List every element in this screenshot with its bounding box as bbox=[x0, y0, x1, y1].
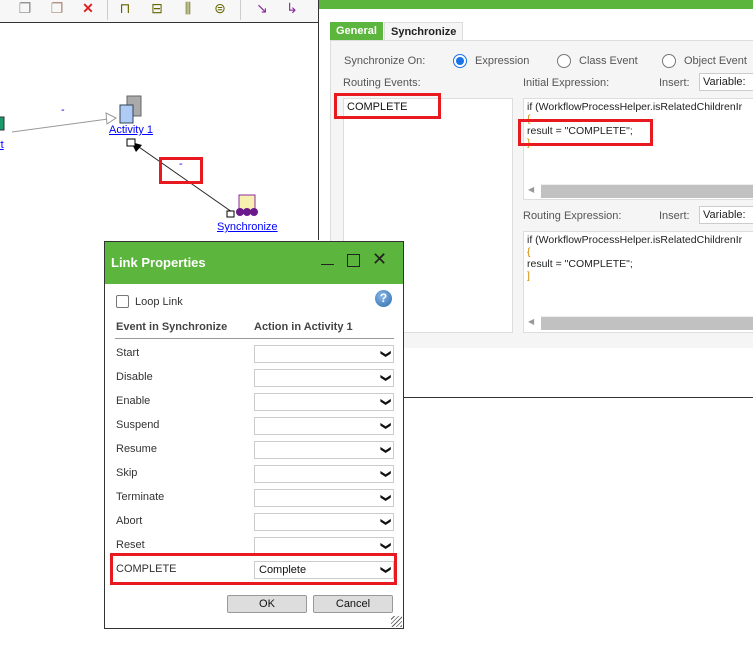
insert-label: Insert: bbox=[659, 210, 690, 222]
cancel-button[interactable]: Cancel bbox=[313, 595, 393, 613]
synchronize-label[interactable]: Synchronize bbox=[217, 221, 278, 233]
link-start-activity[interactable] bbox=[11, 118, 109, 133]
routing-expression-line: result = "COMPLETE"; bbox=[527, 258, 633, 270]
action-select-resume[interactable]: ❯ bbox=[254, 441, 394, 459]
tab-general[interactable]: General bbox=[330, 22, 383, 41]
highlight-box bbox=[334, 93, 441, 119]
event-label: Suspend bbox=[116, 419, 160, 431]
minimize-icon[interactable] bbox=[321, 264, 334, 265]
activity-1-label[interactable]: Activity 1 bbox=[109, 124, 153, 136]
arrow-diagonal-icon[interactable]: ↘ bbox=[252, 0, 272, 18]
link-handle[interactable] bbox=[226, 210, 235, 218]
dialog-title: Link Properties bbox=[111, 255, 206, 270]
toolbar-divider bbox=[240, 0, 241, 20]
routing-expression-line: if (WorkflowProcessHelper.isRelatedChild… bbox=[527, 234, 743, 246]
option-class-event-label[interactable]: Class Event bbox=[579, 55, 638, 67]
insert-variable-select[interactable]: Variable: bbox=[699, 206, 753, 224]
radio-expression[interactable] bbox=[453, 54, 467, 68]
action-select-enable[interactable]: ❯ bbox=[254, 393, 394, 411]
hollow-arrow-icon bbox=[105, 112, 117, 125]
action-select-abort[interactable]: ❯ bbox=[254, 513, 394, 531]
delete-icon[interactable]: ✕ bbox=[78, 0, 98, 18]
event-label: Reset bbox=[116, 539, 145, 551]
link1-label[interactable]: - bbox=[61, 104, 65, 116]
properties-header bbox=[319, 0, 753, 9]
chevron-down-icon: ❯ bbox=[379, 349, 391, 359]
link2-label[interactable]: - bbox=[179, 158, 183, 170]
chevron-down-icon: ❯ bbox=[379, 421, 391, 431]
option-object-event-label[interactable]: Object Event bbox=[684, 55, 747, 67]
horizontal-scrollbar[interactable] bbox=[541, 184, 753, 198]
radio-object-event[interactable] bbox=[662, 54, 676, 68]
insert-label: Insert: bbox=[659, 77, 690, 89]
copy-icon[interactable]: ❐ bbox=[15, 0, 35, 18]
routing-events-label: Routing Events: bbox=[343, 77, 421, 89]
loop-link-label[interactable]: Loop Link bbox=[135, 296, 183, 308]
routing-expression-line: ] bbox=[527, 270, 530, 282]
synchronize-dot bbox=[250, 208, 258, 216]
option-expression-label[interactable]: Expression bbox=[475, 55, 529, 67]
chevron-down-icon: ❯ bbox=[379, 397, 391, 407]
help-icon[interactable]: ? bbox=[375, 290, 392, 307]
event-label: Terminate bbox=[116, 491, 165, 503]
event-label: Resume bbox=[116, 443, 157, 455]
start-node-label[interactable]: rt bbox=[0, 139, 4, 151]
start-node-icon[interactable] bbox=[0, 116, 5, 131]
header-divider bbox=[115, 338, 394, 339]
routing-expression-label: Routing Expression: bbox=[523, 210, 622, 222]
paste-icon[interactable]: ❐ bbox=[47, 0, 67, 18]
chevron-down-icon: ❯ bbox=[379, 445, 391, 455]
chevron-down-icon: ❯ bbox=[379, 541, 391, 551]
toolbar: ❐ ❐ ✕ ⊓ ⊟ ⫼ ⊜ ↘ ↳ bbox=[0, 0, 318, 23]
toolbar-divider bbox=[107, 0, 108, 20]
align-middle-icon[interactable]: ⊟ bbox=[147, 0, 167, 18]
align-vertical-icon[interactable]: ⫼ bbox=[178, 0, 198, 18]
action-select-terminate[interactable]: ❯ bbox=[254, 489, 394, 507]
ok-button[interactable]: OK bbox=[227, 595, 307, 613]
align-top-icon[interactable]: ⊓ bbox=[115, 0, 135, 18]
link-handle[interactable] bbox=[126, 138, 136, 147]
column-action-header: Action in Activity 1 bbox=[254, 321, 353, 333]
align-center-icon[interactable]: ⊜ bbox=[210, 0, 230, 18]
action-select-skip[interactable]: ❯ bbox=[254, 465, 394, 483]
tab-synchronize[interactable]: Synchronize bbox=[384, 22, 464, 41]
chevron-down-icon: ❯ bbox=[379, 469, 391, 479]
insert-variable-select[interactable]: Variable: bbox=[699, 73, 753, 91]
maximize-icon[interactable] bbox=[347, 254, 360, 267]
link-properties-dialog: Link Properties ✕ Loop Link ? Event in S… bbox=[104, 241, 404, 629]
event-label: Skip bbox=[116, 467, 138, 479]
chevron-down-icon: ❯ bbox=[379, 517, 391, 527]
event-label: Abort bbox=[116, 515, 143, 527]
synchronize-on-label: Synchronize On: bbox=[344, 55, 426, 67]
close-icon[interactable]: ✕ bbox=[372, 249, 387, 270]
chevron-down-icon: ❯ bbox=[379, 373, 391, 383]
initial-expression-label: Initial Expression: bbox=[523, 77, 610, 89]
synchronize-dot bbox=[243, 208, 251, 216]
chevron-down-icon: ❯ bbox=[379, 493, 391, 503]
horizontal-scrollbar[interactable] bbox=[541, 316, 753, 330]
synchronize-dot bbox=[236, 208, 244, 216]
event-label: Disable bbox=[116, 371, 153, 383]
highlight-box bbox=[518, 119, 653, 146]
event-label: Enable bbox=[116, 395, 151, 407]
highlight-box bbox=[110, 553, 397, 585]
arrow-bend-icon[interactable]: ↳ bbox=[282, 0, 302, 18]
action-select-start[interactable]: ❯ bbox=[254, 345, 394, 363]
workflow-canvas[interactable] bbox=[0, 23, 318, 243]
column-event-header: Event in Synchronize bbox=[116, 321, 228, 333]
action-select-disable[interactable]: ❯ bbox=[254, 369, 394, 387]
scroll-left-icon[interactable]: ◀ bbox=[528, 185, 534, 194]
action-select-suspend[interactable]: ❯ bbox=[254, 417, 394, 435]
radio-class-event[interactable] bbox=[557, 54, 571, 68]
activity-icon[interactable] bbox=[119, 104, 134, 124]
scroll-left-icon[interactable]: ◀ bbox=[528, 317, 534, 326]
event-label: Start bbox=[116, 347, 140, 359]
initial-expression-line: if (WorkflowProcessHelper.isRelatedChild… bbox=[527, 101, 743, 113]
resize-grip-icon[interactable] bbox=[391, 616, 402, 627]
loop-link-checkbox[interactable] bbox=[116, 295, 129, 308]
